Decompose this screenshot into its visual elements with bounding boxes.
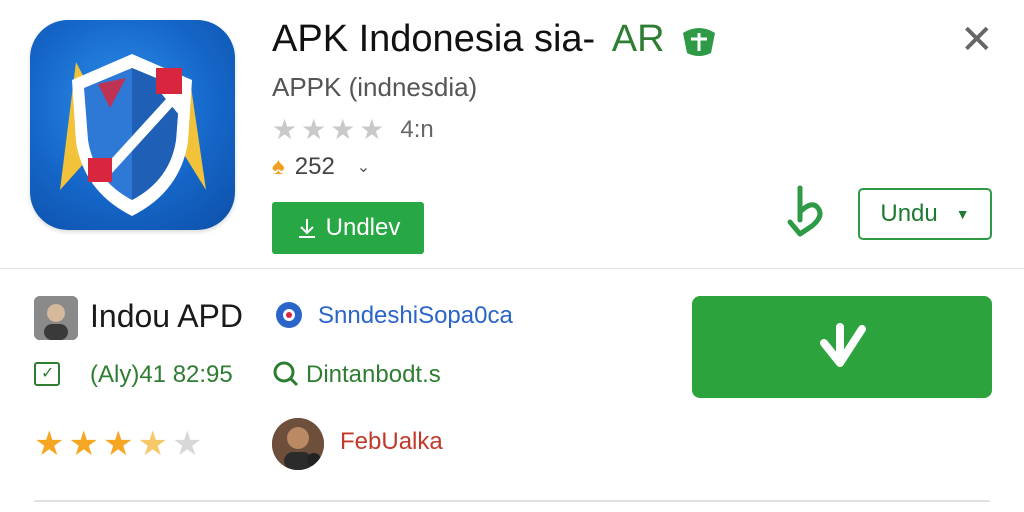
rating-row: ★★★★ 4:n xyxy=(272,113,434,146)
stars-empty: ★ xyxy=(171,425,207,463)
dropdown-label: Undu xyxy=(880,200,938,227)
status-text: Dintanbodt.s xyxy=(306,361,441,388)
app-header: APK Indonesia sia- AR APPK (indnesdia) ★… xyxy=(0,0,1024,268)
person-icon xyxy=(272,418,324,470)
rating-stars: ★★★★ xyxy=(272,114,389,145)
app-title-text: APK Indonesia sia- xyxy=(272,18,596,60)
app-subtitle: APPK (indnesdia) xyxy=(272,72,478,102)
install-button-label: Undlev xyxy=(325,214,401,241)
app-title-accent: AR xyxy=(611,18,665,60)
thumb-icon: ♠ xyxy=(272,153,285,180)
caret-down-icon: ▼ xyxy=(955,206,970,222)
developer-avatar[interactable] xyxy=(34,296,78,340)
download-count-row[interactable]: ♠ 252 ⌄ xyxy=(272,153,370,181)
bottom-divider xyxy=(34,500,990,502)
updated-date: (Aly)41 82:95 xyxy=(90,361,233,388)
download-button[interactable] xyxy=(692,296,992,398)
review-stars: ★★★★★ xyxy=(34,424,206,464)
developer-link[interactable]: SnndeshiSopa0ca xyxy=(318,302,513,330)
stars-half: ★ xyxy=(137,425,172,463)
download-count: 252 xyxy=(294,153,335,180)
shield-icon xyxy=(60,54,206,216)
reviewer-name[interactable]: FebUalka xyxy=(340,428,443,456)
developer-name: Indou APD xyxy=(90,298,243,334)
gear-icon xyxy=(276,302,302,328)
chevron-down-icon[interactable]: ⌄ xyxy=(357,157,370,177)
app-icon[interactable] xyxy=(30,20,235,230)
leaf-badge-icon xyxy=(683,27,716,56)
rating-value: 4:n xyxy=(400,115,434,143)
install-button[interactable]: Undlev xyxy=(272,202,424,254)
tap-hand-icon[interactable] xyxy=(782,182,834,240)
close-icon[interactable]: ✕ xyxy=(960,20,994,60)
stars-filled: ★★★ xyxy=(34,425,138,463)
download-arrow-icon xyxy=(820,323,866,367)
app-title: APK Indonesia sia- AR xyxy=(272,18,719,61)
person-icon xyxy=(34,296,78,340)
reviewer-avatar[interactable] xyxy=(272,418,324,470)
install-icon xyxy=(298,219,315,238)
search-icon xyxy=(273,361,299,387)
checkbox-icon: ✓ xyxy=(34,362,60,386)
section-divider xyxy=(0,268,1024,269)
version-dropdown[interactable]: Undu ▼ xyxy=(858,188,992,240)
